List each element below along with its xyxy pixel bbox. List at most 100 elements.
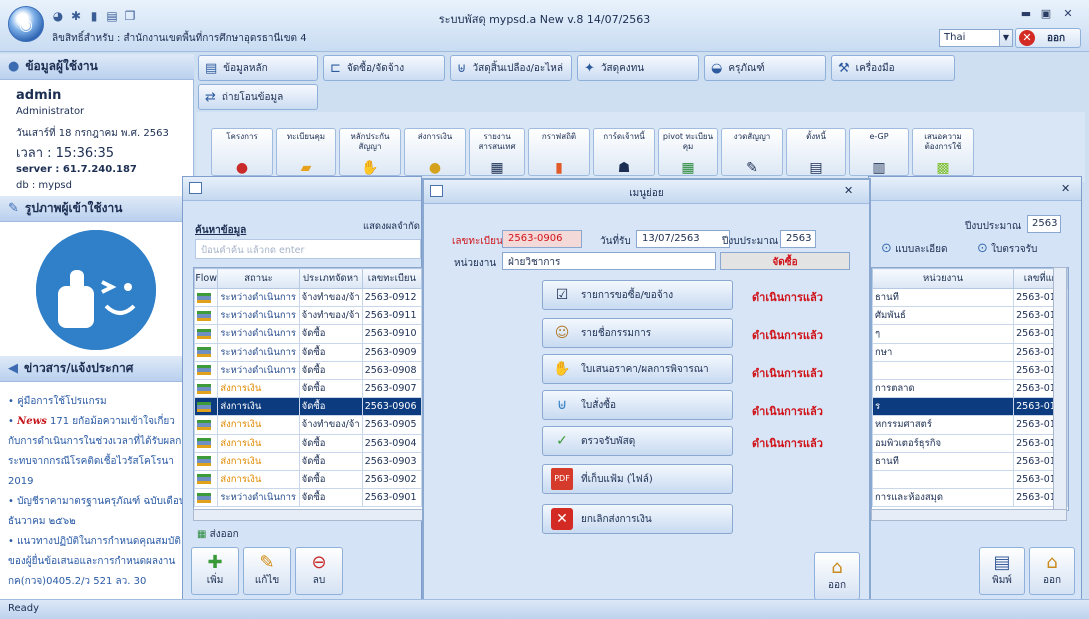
news-item[interactable]: • บัญชีราคามาตรฐานครุภัณฑ์ ฉบับเดือนธันว… <box>8 492 186 532</box>
tool-egp[interactable]: e-GP ▥ <box>849 128 909 176</box>
flow-icon[interactable] <box>194 342 219 362</box>
menu-consumables-button[interactable]: ⊎ วัสดุสิ้นเปลือง/อะไหล่ <box>450 55 572 81</box>
inspection-report-button[interactable]: ⊙ ใบตรวจรับ <box>977 241 1037 257</box>
tool-guarantee[interactable]: หลักประกันสัญญา ✋ <box>339 128 401 176</box>
table-row[interactable]: ๆ 2563-01 <box>872 324 1068 344</box>
document-icon: ▤ <box>205 60 218 76</box>
flow-icon[interactable] <box>194 397 219 417</box>
minimize-icon[interactable]: ▬ <box>1018 7 1034 21</box>
table-row[interactable]: ศัมพันธ์ 2563-01 <box>872 306 1068 326</box>
list-grid: Flow สถานะ ประเภทจัดหา เลขทะเบียน ระหว่า… <box>193 267 423 511</box>
news-item[interactable]: • คู่มือการใช้โปรแกรม <box>8 392 186 412</box>
column-header[interactable]: ประเภทจัดหา <box>298 268 363 289</box>
year-field[interactable]: 2563 <box>780 230 816 248</box>
tool-report[interactable]: รายงานสารสนเทศ ▦ <box>469 128 525 176</box>
flow-icon[interactable] <box>194 378 219 399</box>
close-icon[interactable]: ✕ <box>1060 7 1076 21</box>
table-row[interactable]: ส่งการเงิน จัดซื้อ 2563-0907 <box>194 378 422 399</box>
dialog-exit-button[interactable]: ⌂ ออก <box>814 552 860 600</box>
table-row[interactable]: การและห้องสมุด 2563-01 <box>872 488 1068 508</box>
table-row[interactable]: ธานที 2563-01 <box>872 451 1068 471</box>
reg-field[interactable]: 2563-0906 <box>502 230 582 248</box>
table-row[interactable]: กษา 2563-01 <box>872 342 1068 362</box>
print-button[interactable]: ▤ พิมพ์ <box>979 547 1025 595</box>
tool-installment[interactable]: งวดสัญญา ✎ <box>721 128 783 176</box>
flow-icon[interactable] <box>194 488 219 508</box>
maximize-icon[interactable]: ▣ <box>1038 7 1054 21</box>
flow-icon[interactable] <box>194 360 219 380</box>
tool-demand[interactable]: เสนอความต้องการใช้ ▩ <box>912 128 974 176</box>
table-row[interactable]: ธานที 2563-01 <box>872 287 1068 308</box>
tool-creditor-card[interactable]: การ์ดเจ้าหนี้ ☗ <box>593 128 655 176</box>
table-row[interactable]: ระหว่างดำเนินการ จัดซื้อ 2563-0909 <box>194 342 422 362</box>
tool-project[interactable]: โครงการ ● <box>211 128 273 176</box>
table-row[interactable]: ระหว่างดำเนินการ จ้างทำของ/จ้า 2563-0912 <box>194 287 422 308</box>
table-row[interactable]: ระหว่างดำเนินการ จัดซื้อ 2563-0910 <box>194 324 422 344</box>
vertical-scrollbar[interactable] <box>1053 267 1067 511</box>
purchase-request-button[interactable]: ☑ รายการขอซื้อ/ขอจ้าง <box>542 280 733 310</box>
date-field[interactable]: 13/07/2563 <box>636 230 730 248</box>
delete-button[interactable]: ⊖ ลบ <box>295 547 343 595</box>
purchase-order-button[interactable]: ⊎ ใบสั่งซื้อ <box>542 390 733 420</box>
chevron-down-icon[interactable]: ▼ <box>999 30 1012 46</box>
unit-field[interactable]: ฝ่ายวิชาการ <box>502 252 716 270</box>
table-row[interactable]: ระหว่างดำเนินการ จ้างทำของ/จ้า 2563-0911 <box>194 306 422 326</box>
table-row[interactable]: ระหว่างดำเนินการ จัดซื้อ 2563-0908 <box>194 360 422 380</box>
tool-graph[interactable]: กราฟสถิติ ▮ <box>528 128 590 176</box>
unit-cell: ธานที <box>872 287 1015 308</box>
flow-icon[interactable] <box>194 469 219 490</box>
tool-debt[interactable]: ตั้งหนี้ ▤ <box>786 128 846 176</box>
flow-icon[interactable] <box>194 433 219 453</box>
detail-report-button[interactable]: ⊙ แบบละเอียด <box>881 241 948 257</box>
menu-tools-button[interactable]: ⚒ เครื่องมือ <box>831 55 955 81</box>
cancel-finance-button[interactable]: ✕ ยกเลิกส่งการเงิน <box>542 504 733 534</box>
dialog-close-icon[interactable]: ✕ <box>844 184 853 197</box>
flow-icon[interactable] <box>194 415 219 435</box>
table-row[interactable]: ส่งการเงิน จัดซื้อ 2563-0904 <box>194 433 422 453</box>
table-row[interactable]: ส่งการเงิน จ้างทำของ/จ้า 2563-0905 <box>194 415 422 435</box>
menu-durables-button[interactable]: ✦ วัสดุคงทน <box>577 55 699 81</box>
tool-pivot[interactable]: pivot ทะเบียนคุม ▦ <box>658 128 718 176</box>
committee-button[interactable]: ☺ รายชื่อกรรมการ <box>542 318 733 348</box>
table-row[interactable]: ส่งการเงิน จัดซื้อ 2563-0902 <box>194 469 422 490</box>
logout-button[interactable]: ✕ ออก <box>1015 28 1081 48</box>
table-row[interactable]: การตลาด 2563-01 <box>872 378 1068 399</box>
news-item[interactable]: • แนวทางปฏิบัติในการกำหนดคุณสมบัติของผู้… <box>8 532 186 592</box>
horizontal-scrollbar[interactable] <box>871 509 1067 521</box>
quotation-button[interactable]: ✋ ใบเสนอราคา/ผลการพิจารณา <box>542 354 733 384</box>
file-storage-button[interactable]: PDF ที่เก็บแฟ้ม (ไฟล์) <box>542 464 733 494</box>
table-row[interactable]: ส่งการเงิน จัดซื้อ 2563-0903 <box>194 451 422 471</box>
flow-icon[interactable] <box>194 287 219 308</box>
table-row[interactable]: ระหว่างดำเนินการ จัดซื้อ 2563-0901 <box>194 488 422 508</box>
column-header[interactable]: หน่วยงาน <box>872 268 1015 289</box>
menu-procurement-button[interactable]: ⊏ จัดซื้อ/จัดจ้าง <box>323 55 445 81</box>
search-input[interactable]: ป้อนคำค้น แล้วกด enter <box>195 239 421 259</box>
menu-master-data-button[interactable]: ▤ ข้อมูลหลัก <box>198 55 318 81</box>
tool-register[interactable]: ทะเบียนคุม ▰ <box>276 128 336 176</box>
table-row[interactable]: ร 2563-01 <box>872 397 1068 417</box>
flow-icon[interactable] <box>194 324 219 344</box>
exit-button[interactable]: ⌂ ออก <box>1029 547 1075 595</box>
tool-finance[interactable]: ส่งการเงิน ● <box>404 128 466 176</box>
column-header[interactable]: Flow <box>194 268 219 289</box>
table-row[interactable]: หกรรมศาสตร์ 2563-01 <box>872 415 1068 435</box>
add-button[interactable]: ✚ เพิ่ม <box>191 547 239 595</box>
export-button[interactable]: ▦ ส่งออก <box>197 527 239 542</box>
column-header[interactable]: เลขทะเบียน <box>361 268 422 289</box>
table-row[interactable]: ส่งการเงิน จัดซื้อ 2563-0906 <box>194 397 422 417</box>
column-header[interactable]: สถานะ <box>217 268 300 289</box>
table-row[interactable]: 2563-01 <box>872 360 1068 380</box>
year-field[interactable]: 2563 <box>1027 215 1061 233</box>
menu-assets-button[interactable]: ◒ ครุภัณฑ์ <box>704 55 826 81</box>
horizontal-scrollbar[interactable] <box>193 509 423 521</box>
inspection-button[interactable]: ✓ ตรวจรับพัสดุ <box>542 426 733 456</box>
table-row[interactable]: 2563-01 <box>872 469 1068 490</box>
menu-transfer-button[interactable]: ⇄ ถ่ายโอนข้อมูล <box>198 84 318 110</box>
news-item[interactable]: • News 171 ยกัอม้อความเข้าใจเกี่ยวกับการ… <box>8 412 186 492</box>
edit-button[interactable]: ✎ แก้ไข <box>243 547 291 595</box>
table-row[interactable]: อมพิวเตอร์ธุรกิจ 2563-01 <box>872 433 1068 453</box>
flow-icon[interactable] <box>194 451 219 471</box>
status-bar: Ready <box>0 599 1089 619</box>
right-window-close-icon[interactable]: ✕ <box>1061 182 1070 195</box>
flow-icon[interactable] <box>194 306 219 326</box>
